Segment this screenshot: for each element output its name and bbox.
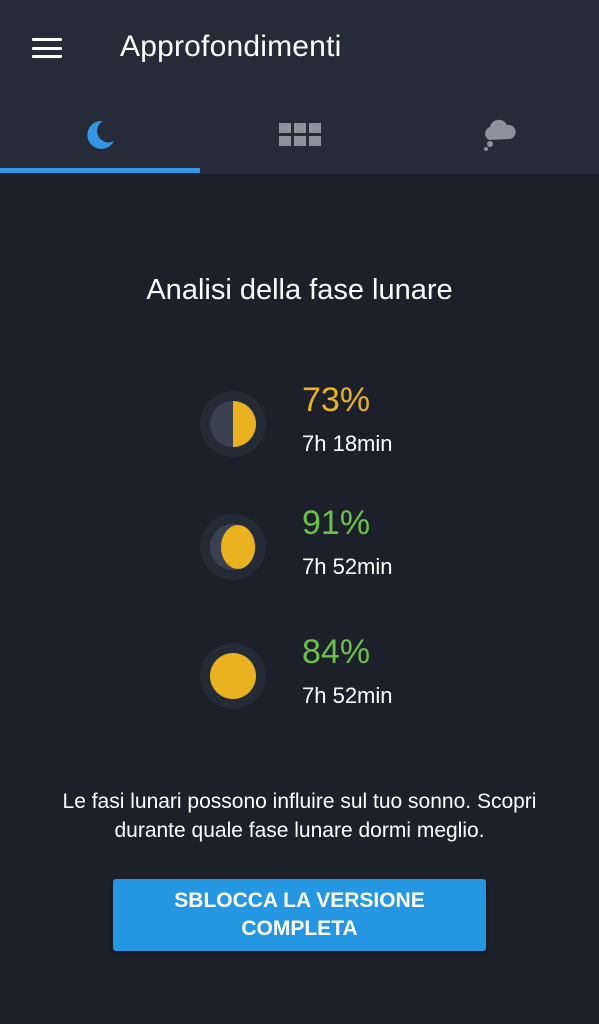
active-tab-indicator bbox=[0, 168, 200, 173]
hamburger-menu-icon[interactable] bbox=[30, 36, 64, 60]
unlock-full-version-button[interactable]: SBLOCCA LA VERSIONE COMPLETA bbox=[113, 879, 486, 951]
cloud-icon bbox=[484, 119, 516, 151]
grid-icon bbox=[278, 123, 321, 146]
tab-bar bbox=[0, 96, 599, 174]
waxing-gibbous-moon-icon bbox=[200, 514, 266, 580]
moon-phase-row: 73% 7h 18min bbox=[200, 381, 460, 481]
tab-weather[interactable] bbox=[399, 96, 599, 174]
page-title: Approfondimenti bbox=[120, 30, 342, 63]
description-text: Le fasi lunari possono influire sul tuo … bbox=[62, 790, 537, 842]
crescent-moon-icon bbox=[87, 120, 114, 149]
full-moon-icon bbox=[200, 643, 266, 709]
phase-duration: 7h 18min bbox=[302, 431, 393, 456]
tab-moon[interactable] bbox=[0, 96, 200, 174]
phase-percent: 84% bbox=[302, 633, 371, 671]
phase-percent: 91% bbox=[302, 504, 371, 542]
phase-duration: 7h 52min bbox=[302, 554, 393, 579]
tab-grid[interactable] bbox=[200, 96, 400, 174]
first-quarter-moon-icon bbox=[200, 391, 266, 457]
moon-phase-row: 91% 7h 52min bbox=[200, 504, 460, 604]
app-bar: Approfondimenti bbox=[0, 0, 599, 174]
phase-duration: 7h 52min bbox=[302, 683, 393, 708]
section-heading: Analisi della fase lunare bbox=[146, 274, 453, 306]
phase-percent: 73% bbox=[302, 381, 371, 419]
moon-phase-row: 84% 7h 52min bbox=[200, 633, 460, 733]
